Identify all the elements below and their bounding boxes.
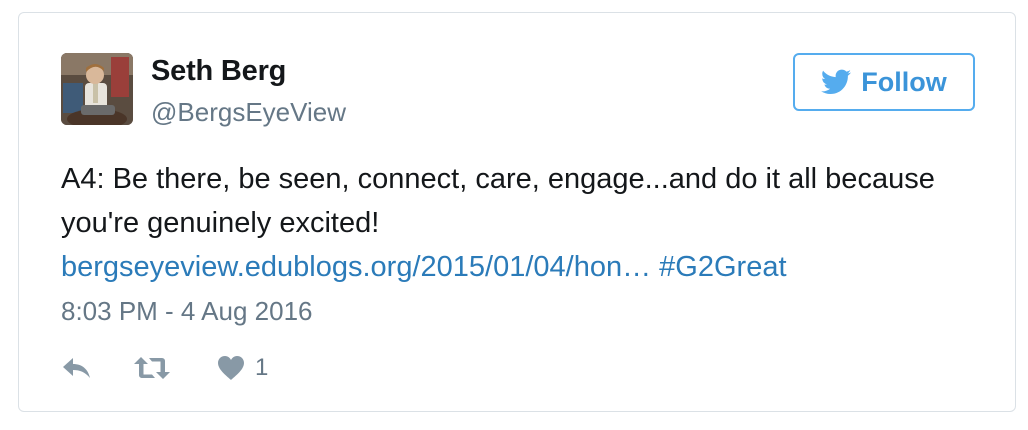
like-count: 1 bbox=[255, 354, 269, 381]
like-button[interactable]: 1 bbox=[217, 354, 268, 382]
tweet-actions: 1 bbox=[61, 351, 268, 385]
follow-label: Follow bbox=[861, 66, 947, 97]
tweet-timestamp[interactable]: 8:03 PM - 4 Aug 2016 bbox=[61, 296, 313, 327]
avatar-image bbox=[61, 53, 133, 125]
author-name[interactable]: Seth Berg bbox=[151, 55, 286, 88]
author-handle[interactable]: @BergsEyeView bbox=[151, 97, 346, 128]
tweet-body: A4: Be there, be seen, connect, care, en… bbox=[61, 163, 935, 239]
tweet-card: Seth Berg @BergsEyeView Follow A4: Be th… bbox=[18, 12, 1016, 412]
avatar[interactable] bbox=[61, 53, 133, 125]
heart-icon bbox=[217, 355, 245, 381]
reply-icon[interactable] bbox=[61, 355, 93, 381]
tweet-hashtag[interactable]: #G2Great bbox=[659, 251, 786, 283]
twitter-bird-icon bbox=[821, 69, 852, 95]
tweet-text: A4: Be there, be seen, connect, care, en… bbox=[61, 157, 961, 289]
tweet-link[interactable]: bergseyeview.edublogs.org/2015/01/04/hon… bbox=[61, 251, 651, 283]
follow-button[interactable]: Follow bbox=[793, 53, 975, 111]
retweet-icon[interactable] bbox=[133, 355, 171, 381]
